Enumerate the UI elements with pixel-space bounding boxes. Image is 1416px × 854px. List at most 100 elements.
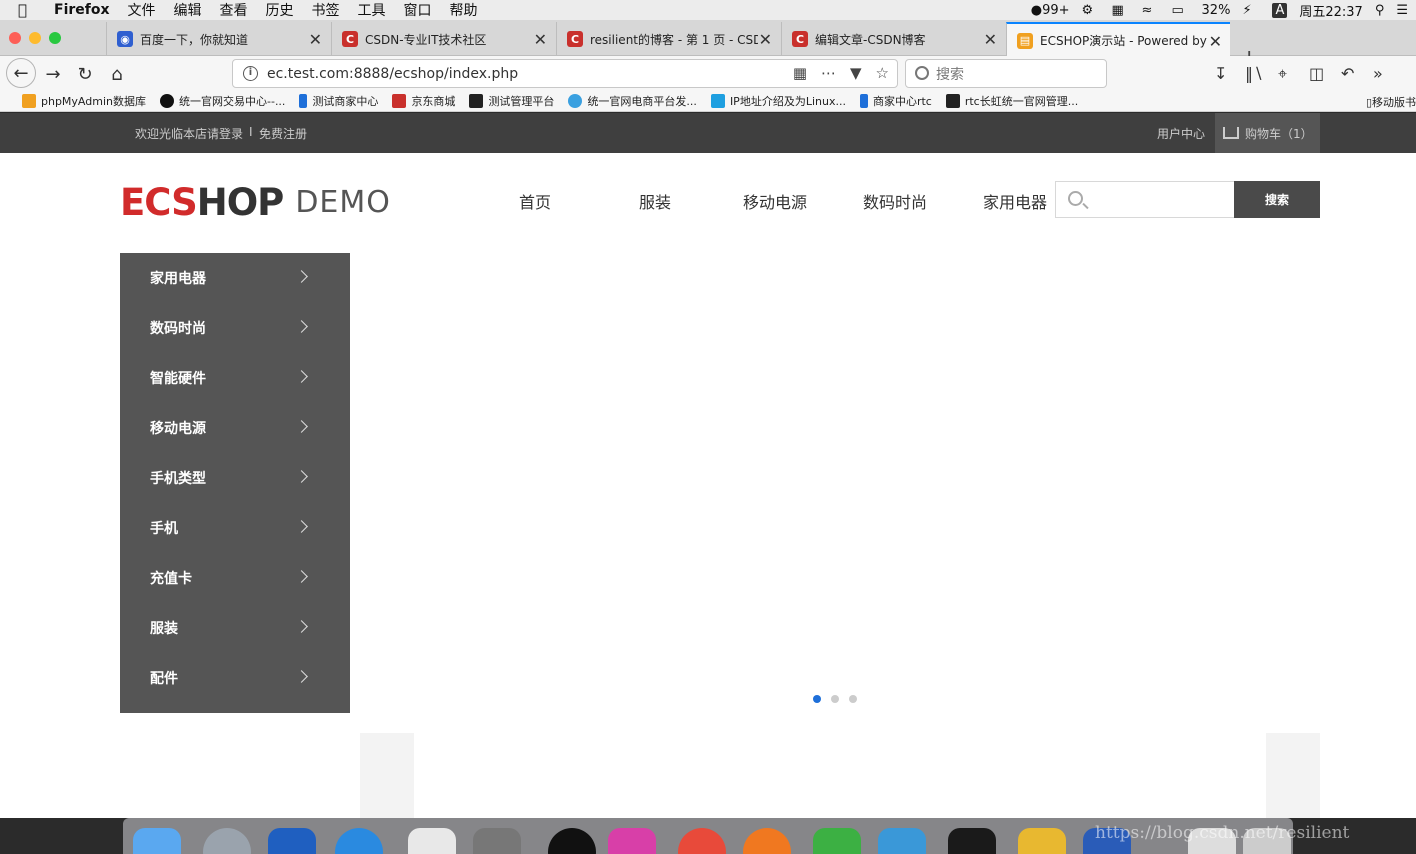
notes-icon[interactable] bbox=[408, 828, 456, 854]
phpstorm-icon[interactable] bbox=[608, 828, 656, 854]
bookmark-phpmyadmin[interactable]: phpMyAdmin数据库 bbox=[22, 93, 146, 109]
app-icon[interactable] bbox=[1018, 828, 1066, 854]
reload-icon[interactable]: ↻ bbox=[71, 60, 99, 88]
launchpad-icon[interactable] bbox=[203, 828, 251, 854]
site-search-input[interactable] bbox=[1055, 181, 1235, 218]
activity-monitor-icon[interactable] bbox=[948, 828, 996, 854]
page-actions-icon[interactable]: ⋯ bbox=[821, 64, 836, 82]
site-search-button[interactable]: 搜索 bbox=[1234, 181, 1320, 218]
spotlight-icon[interactable]: ⚲ bbox=[1375, 3, 1385, 18]
nav-power-bank[interactable]: 移动电源 bbox=[715, 189, 835, 213]
slider-dot[interactable] bbox=[813, 695, 821, 703]
category-power-bank[interactable]: 移动电源 bbox=[120, 403, 350, 453]
close-window-button[interactable] bbox=[9, 32, 21, 44]
back-icon[interactable]: ← bbox=[6, 58, 36, 88]
close-tab-icon[interactable]: ✕ bbox=[759, 30, 772, 49]
menu-file[interactable]: 文件 bbox=[128, 0, 156, 20]
category-smart-hardware[interactable]: 智能硬件 bbox=[120, 353, 350, 403]
library-icon[interactable]: ‖∖ bbox=[1245, 64, 1263, 83]
close-tab-icon[interactable]: ✕ bbox=[1209, 32, 1222, 51]
tab-ecshop[interactable]: ▤ ECSHOP演示站 - Powered by EC ✕ bbox=[1006, 22, 1230, 57]
menu-view[interactable]: 查看 bbox=[220, 0, 248, 20]
home-icon[interactable]: ⌂ bbox=[103, 60, 131, 88]
menu-history[interactable]: 历史 bbox=[266, 0, 294, 20]
carousel-next-area[interactable] bbox=[1266, 733, 1320, 818]
battery-percent[interactable]: 32% bbox=[1202, 3, 1231, 18]
clock[interactable]: 周五22:37 bbox=[1299, 1, 1362, 20]
bookmark-ip-linux[interactable]: IP地址介绍及为Linux... bbox=[710, 93, 846, 109]
app-icon[interactable] bbox=[878, 828, 926, 854]
menu-tools[interactable]: 工具 bbox=[358, 0, 386, 20]
close-tab-icon[interactable]: ✕ bbox=[534, 30, 547, 49]
slider-dot[interactable] bbox=[831, 695, 839, 703]
site-info-icon[interactable]: i bbox=[243, 66, 258, 81]
user-center-link[interactable]: 用户中心 bbox=[1157, 125, 1205, 142]
screenshot-icon[interactable]: ⌖ bbox=[1278, 64, 1287, 84]
nav-digital[interactable]: 数码时尚 bbox=[835, 189, 955, 213]
zoom-window-button[interactable] bbox=[49, 32, 61, 44]
bookmark-trade-center[interactable]: 统一官网交易中心--... bbox=[160, 93, 285, 109]
browser-search-input[interactable]: 搜索 bbox=[905, 59, 1107, 88]
nav-clothing[interactable]: 服装 bbox=[595, 189, 715, 213]
pocket-icon[interactable]: ▼ bbox=[850, 64, 862, 82]
slider-dot[interactable] bbox=[849, 695, 857, 703]
register-link[interactable]: 免费注册 bbox=[259, 125, 307, 142]
category-recharge-card[interactable]: 充值卡 bbox=[120, 553, 350, 603]
firefox-icon[interactable] bbox=[743, 828, 791, 854]
category-phone[interactable]: 手机 bbox=[120, 503, 350, 553]
tab-resilient-blog[interactable]: C resilient的博客 - 第 1 页 - CSDN ✕ bbox=[556, 22, 780, 56]
downloads-icon[interactable]: ↧ bbox=[1214, 64, 1227, 83]
tab-csdn[interactable]: C CSDN-专业IT技术社区 ✕ bbox=[331, 22, 555, 56]
category-phone-type[interactable]: 手机类型 bbox=[120, 453, 350, 503]
wechat-icon[interactable] bbox=[813, 828, 861, 854]
notification-center-icon[interactable]: ☰ bbox=[1396, 3, 1408, 18]
bookmark-test-admin[interactable]: 测试管理平台 bbox=[469, 93, 554, 109]
apple-icon[interactable]:  bbox=[18, 1, 38, 19]
airplay-icon[interactable]: ▭ bbox=[1172, 3, 1190, 18]
site-logo[interactable]: ECSHOP DEMO bbox=[120, 181, 391, 224]
input-method-icon[interactable]: A bbox=[1272, 2, 1288, 18]
qr-code-icon[interactable]: ▦ bbox=[793, 64, 807, 82]
memory-icon[interactable]: ▦ bbox=[1112, 3, 1130, 18]
bookmark-rtc-admin[interactable]: rtc长虹统一官网管理... bbox=[945, 93, 1078, 109]
bookmark-jd[interactable]: 京东商城 bbox=[392, 93, 455, 109]
sidebar-icon[interactable]: ◫ bbox=[1309, 64, 1324, 83]
menu-bookmarks[interactable]: 书签 bbox=[312, 0, 340, 20]
finder-icon[interactable] bbox=[133, 828, 181, 854]
menu-help[interactable]: 帮助 bbox=[450, 0, 478, 20]
tab-edit-article[interactable]: C 编辑文章-CSDN博客 ✕ bbox=[781, 22, 1005, 56]
menu-window[interactable]: 窗口 bbox=[404, 0, 432, 20]
qq-icon[interactable]: ●99+ bbox=[1031, 3, 1070, 18]
url-text[interactable]: ec.test.com:8888/ecshop/index.php bbox=[267, 66, 518, 82]
bookmark-ecommerce[interactable]: 统一官网电商平台发... bbox=[568, 93, 697, 109]
safari-icon[interactable] bbox=[335, 828, 383, 854]
bookmark-star-icon[interactable]: ☆ bbox=[876, 64, 889, 82]
qq-icon[interactable] bbox=[548, 828, 596, 854]
carousel-prev-area[interactable] bbox=[360, 733, 414, 818]
bluetooth-icon[interactable]: ⚙ bbox=[1082, 3, 1100, 18]
close-tab-icon[interactable]: ✕ bbox=[984, 30, 997, 49]
menu-app-name[interactable]: Firefox bbox=[54, 2, 110, 18]
close-tab-icon[interactable]: ✕ bbox=[309, 30, 322, 49]
menu-edit[interactable]: 编辑 bbox=[174, 0, 202, 20]
bookmark-merchant-rtc[interactable]: 商家中心rtc bbox=[859, 93, 932, 109]
category-digital[interactable]: 数码时尚 bbox=[120, 303, 350, 353]
system-preferences-icon[interactable] bbox=[473, 828, 521, 854]
minimize-window-button[interactable] bbox=[29, 32, 41, 44]
url-bar[interactable]: i ec.test.com:8888/ecshop/index.php ▦ ⋯ … bbox=[232, 59, 898, 88]
battery-icon[interactable]: ⚡ bbox=[1242, 3, 1260, 18]
chrome-icon[interactable] bbox=[678, 828, 726, 854]
forward-icon[interactable]: → bbox=[39, 60, 67, 88]
app-icon[interactable] bbox=[268, 828, 316, 854]
bookmark-test-merchant[interactable]: 测试商家中心 bbox=[299, 93, 378, 109]
cart-button[interactable]: 购物车（1） bbox=[1215, 113, 1320, 153]
nav-home[interactable]: 首页 bbox=[475, 189, 595, 213]
overflow-menu-icon[interactable]: » bbox=[1373, 64, 1383, 83]
login-link[interactable]: 欢迎光临本店请登录 bbox=[135, 125, 243, 142]
category-clothing[interactable]: 服装 bbox=[120, 603, 350, 653]
tab-baidu[interactable]: ◉ 百度一下，你就知道 ✕ bbox=[106, 22, 330, 56]
undo-icon[interactable]: ↶ bbox=[1341, 64, 1354, 83]
category-appliances[interactable]: 家用电器 bbox=[120, 253, 350, 303]
wifi-icon[interactable]: ≈ bbox=[1142, 3, 1160, 18]
category-accessories[interactable]: 配件 bbox=[120, 653, 350, 703]
